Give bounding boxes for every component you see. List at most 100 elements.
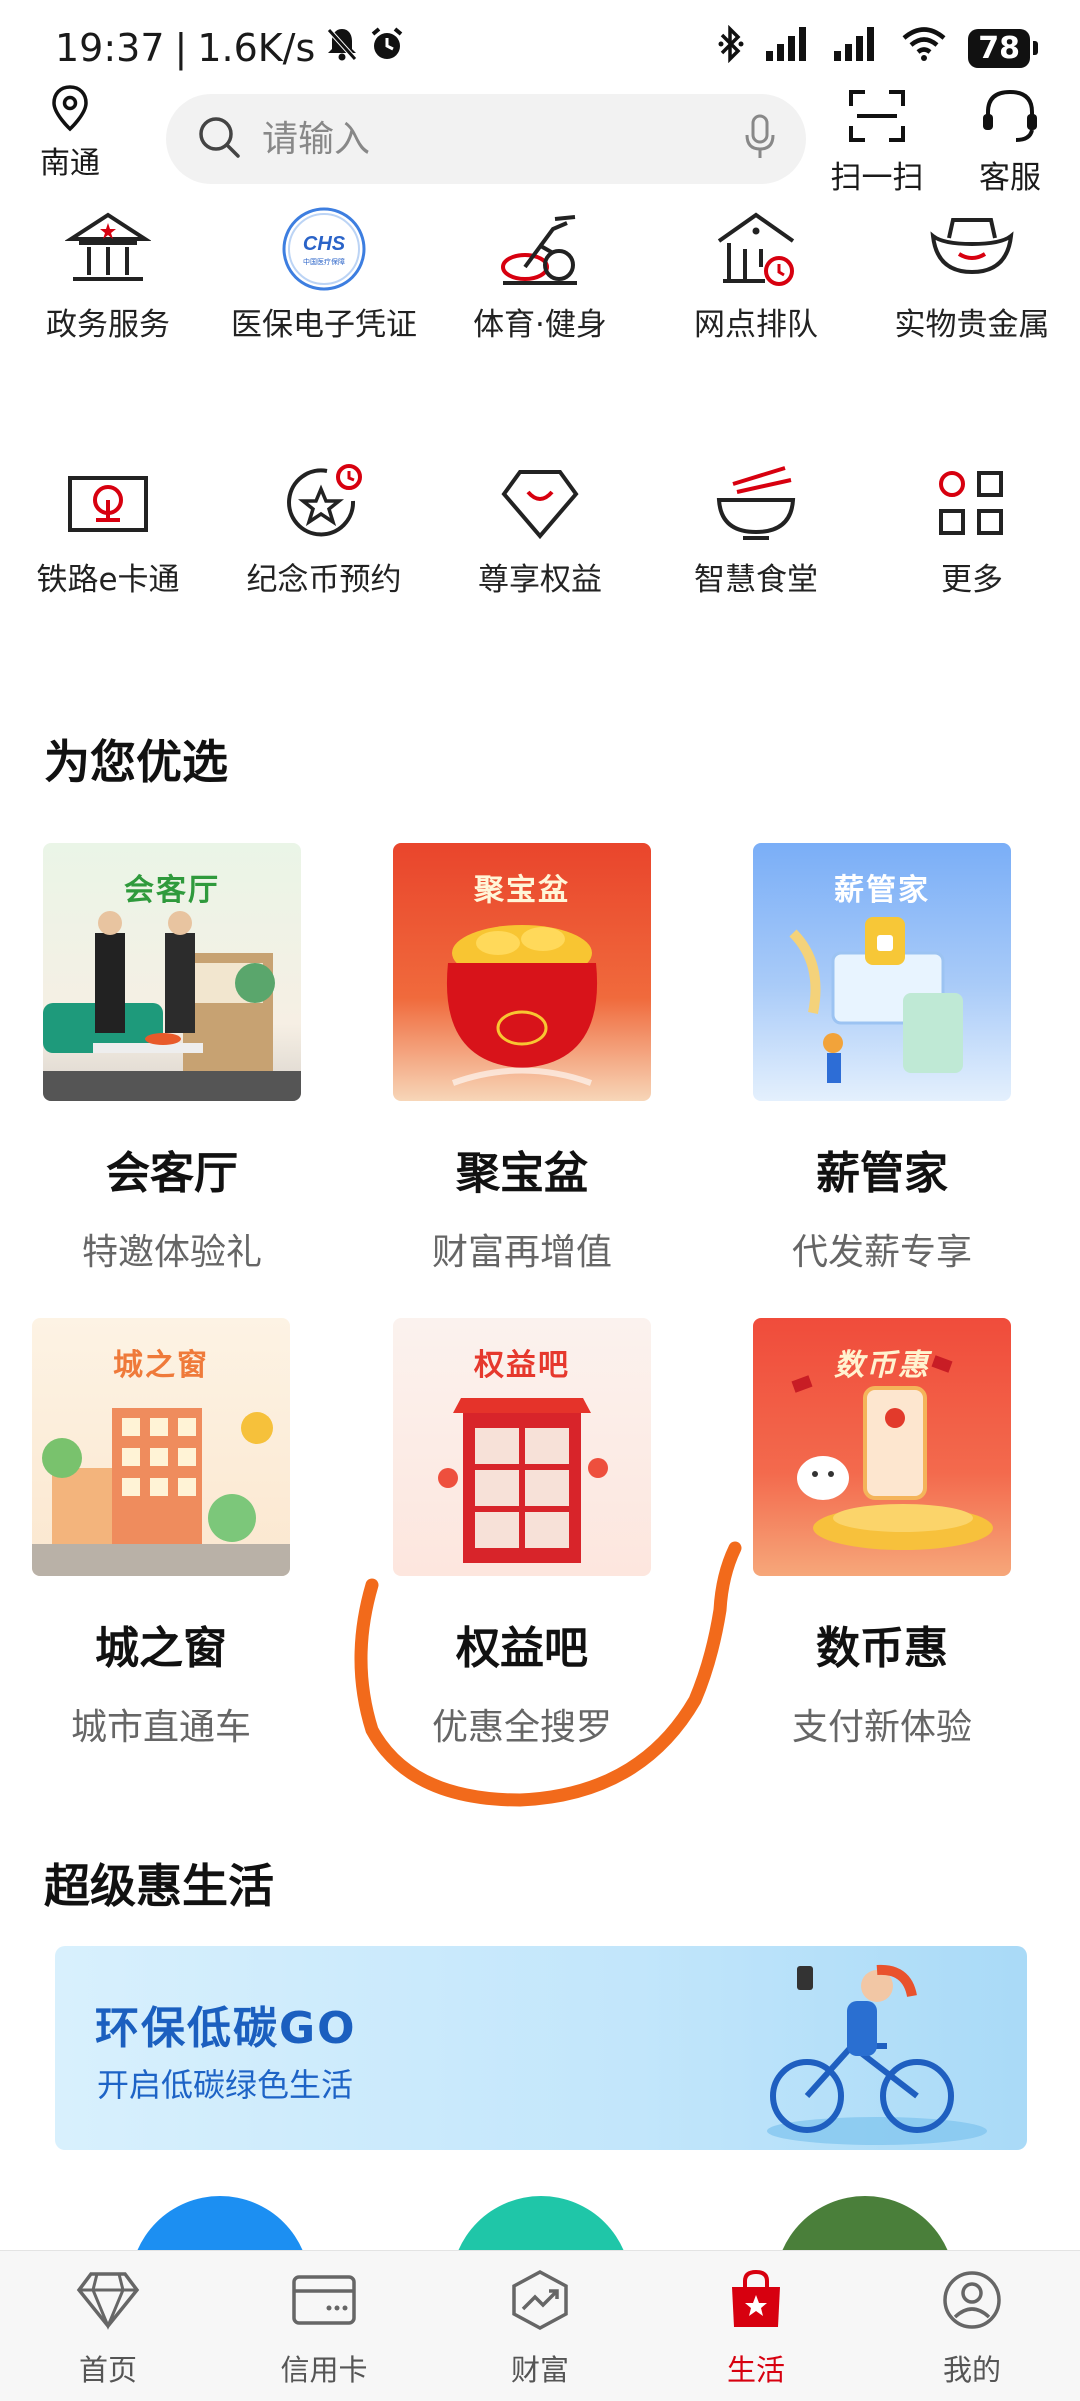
service-label: 网点排队 <box>694 307 818 343</box>
banner-title: 环保低碳GO <box>95 2003 357 2054</box>
life-service-icons-row <box>55 2150 1027 2250</box>
featured-section-title: 为您优选 <box>44 735 228 789</box>
card-subtitle: 代发薪专享 <box>791 1232 972 1273</box>
featured-card-salary-manager[interactable]: 薪管家 薪管家 代发薪专享 <box>732 843 1032 1275</box>
network-speed: 1.6K/s <box>197 26 316 70</box>
card-name: 会客厅 <box>106 1148 238 1199</box>
battery-indicator: 78 <box>968 28 1038 68</box>
life-service-circle[interactable] <box>775 2196 955 2250</box>
service-label: 更多 <box>941 562 1003 598</box>
service-medical-insurance[interactable]: CHS 中国医疗保障 医保电子凭证 <box>216 204 432 459</box>
nav-label: 我的 <box>942 2353 1001 2387</box>
scan-label: 扫一扫 <box>830 160 924 196</box>
status-left: 19:37 | 1.6K/s <box>55 26 405 71</box>
scan-icon <box>847 90 907 152</box>
service-privilege[interactable]: 尊享权益 <box>432 459 648 714</box>
service-railway-card[interactable]: 铁路e卡通 <box>0 459 216 714</box>
service-sports-fitness[interactable]: 体育·健身 <box>432 204 648 459</box>
service-commemorative-coin[interactable]: 纪念币预约 <box>216 459 432 714</box>
nav-home[interactable]: 首页 <box>0 2251 216 2401</box>
featured-card-treasure-bowl[interactable]: 聚宝盆 聚宝盆 财富再增值 <box>372 843 672 1275</box>
status-right: 78 <box>718 24 1038 72</box>
headset-icon <box>978 89 1042 152</box>
wealth-chart-icon <box>505 2265 575 2335</box>
service-row: 政务服务 CHS 中国医疗保障 医保电子凭证 体育·健身 网点排队 实物贵金属 <box>0 204 1080 459</box>
signal-icon <box>834 26 880 70</box>
service-more[interactable]: 更多 <box>864 459 1080 714</box>
nav-label: 财富 <box>510 2353 569 2387</box>
treasure-bowl-image: 聚宝盆 <box>393 843 651 1101</box>
service-label: 纪念币预约 <box>246 562 402 598</box>
commemorative-coin-icon <box>279 459 369 549</box>
customer-service-button[interactable]: 客服 <box>955 88 1065 197</box>
search-icon <box>196 114 242 164</box>
salary-manager-image: 薪管家 <box>753 843 1011 1101</box>
bottom-navigation: 首页 信用卡 财富 生活 我的 <box>0 2250 1080 2401</box>
nav-profile[interactable]: 我的 <box>864 2251 1080 2401</box>
service-label: 体育·健身 <box>473 307 607 343</box>
service-branch-queue[interactable]: 网点排队 <box>648 204 864 459</box>
status-bar: 19:37 | 1.6K/s 78 <box>0 0 1080 96</box>
life-service-circle[interactable] <box>451 2196 631 2250</box>
card-name: 城之窗 <box>95 1623 227 1674</box>
wifi-icon <box>902 26 946 70</box>
featured-card-lounge[interactable]: 会客厅 会客厅 特邀体验礼 <box>22 843 322 1275</box>
card-subtitle: 优惠全搜罗 <box>431 1707 612 1748</box>
service-label: 智慧食堂 <box>694 562 818 598</box>
card-name: 数币惠 <box>816 1623 948 1674</box>
search-input[interactable] <box>260 117 744 161</box>
card-name: 薪管家 <box>816 1148 948 1199</box>
card-subtitle: 城市直通车 <box>70 1707 251 1748</box>
location-pin-icon <box>50 85 90 136</box>
eco-low-carbon-banner[interactable]: 环保低碳GO 开启低碳绿色生活 <box>55 1946 1027 2150</box>
noodle-bowl-icon <box>711 459 801 549</box>
mute-icon <box>325 26 359 71</box>
railway-card-icon <box>63 459 153 549</box>
more-grid-icon <box>927 459 1017 549</box>
exercise-bike-icon <box>495 204 585 294</box>
featured-card-digital-currency[interactable]: 数币惠 数币惠 支付新体验 <box>732 1318 1032 1750</box>
service-grid: 政务服务 CHS 中国医疗保障 医保电子凭证 体育·健身 网点排队 实物贵金属 <box>0 204 1080 714</box>
service-row: 铁路e卡通 纪念币预约 尊享权益 智慧食堂 更多 <box>0 459 1080 714</box>
service-label: 实物贵金属 <box>894 307 1050 343</box>
featured-card-benefits-bar[interactable]: 权益吧 权益吧 优惠全搜罗 <box>372 1318 672 1750</box>
city-window-image: 城之窗 <box>32 1318 290 1576</box>
service-government[interactable]: 政务服务 <box>0 204 216 459</box>
card-subtitle: 财富再增值 <box>431 1232 612 1273</box>
chs-icon-text: CHS <box>303 233 346 255</box>
card-name: 权益吧 <box>456 1623 588 1674</box>
user-profile-icon <box>937 2265 1007 2335</box>
scan-button[interactable]: 扫一扫 <box>822 88 932 197</box>
lounge-image: 会客厅 <box>43 843 301 1101</box>
nav-label: 生活 <box>726 2353 785 2387</box>
location-label: 南通 <box>40 146 100 181</box>
chs-medical-insurance-icon: CHS 中国医疗保障 <box>279 204 369 294</box>
microphone-icon[interactable] <box>744 114 776 164</box>
nav-wealth[interactable]: 财富 <box>432 2251 648 2401</box>
search-box[interactable] <box>166 94 806 184</box>
service-label: 政务服务 <box>46 307 170 343</box>
nav-credit-card[interactable]: 信用卡 <box>216 2251 432 2401</box>
gold-ingot-icon <box>927 204 1017 294</box>
service-precious-metal[interactable]: 实物贵金属 <box>864 204 1080 459</box>
alarm-icon <box>369 26 405 71</box>
service-label: 医保电子凭证 <box>231 307 417 343</box>
nav-life[interactable]: 生活 <box>648 2251 864 2401</box>
nav-label: 信用卡 <box>280 2353 368 2387</box>
top-bar: 南通 扫一扫 客服 <box>0 84 1080 197</box>
shopping-bag-star-icon <box>721 2265 791 2335</box>
service-smart-canteen[interactable]: 智慧食堂 <box>648 459 864 714</box>
service-label: 尊享权益 <box>478 562 602 598</box>
credit-card-icon <box>289 2265 359 2335</box>
service-label: 客服 <box>979 160 1041 196</box>
featured-card-city-window[interactable]: 城之窗 城之窗 城市直通车 <box>11 1318 311 1750</box>
card-subtitle: 支付新体验 <box>791 1707 972 1748</box>
branch-queue-icon <box>711 204 801 294</box>
chs-icon-subtext: 中国医疗保障 <box>303 257 345 266</box>
location-selector[interactable]: 南通 <box>30 84 110 182</box>
life-service-circle[interactable] <box>130 2196 310 2250</box>
status-divider: | <box>174 26 188 70</box>
life-section-title: 超级惠生活 <box>44 1859 274 1913</box>
nav-label: 首页 <box>78 2353 137 2387</box>
benefits-bar-image: 权益吧 <box>393 1318 651 1576</box>
